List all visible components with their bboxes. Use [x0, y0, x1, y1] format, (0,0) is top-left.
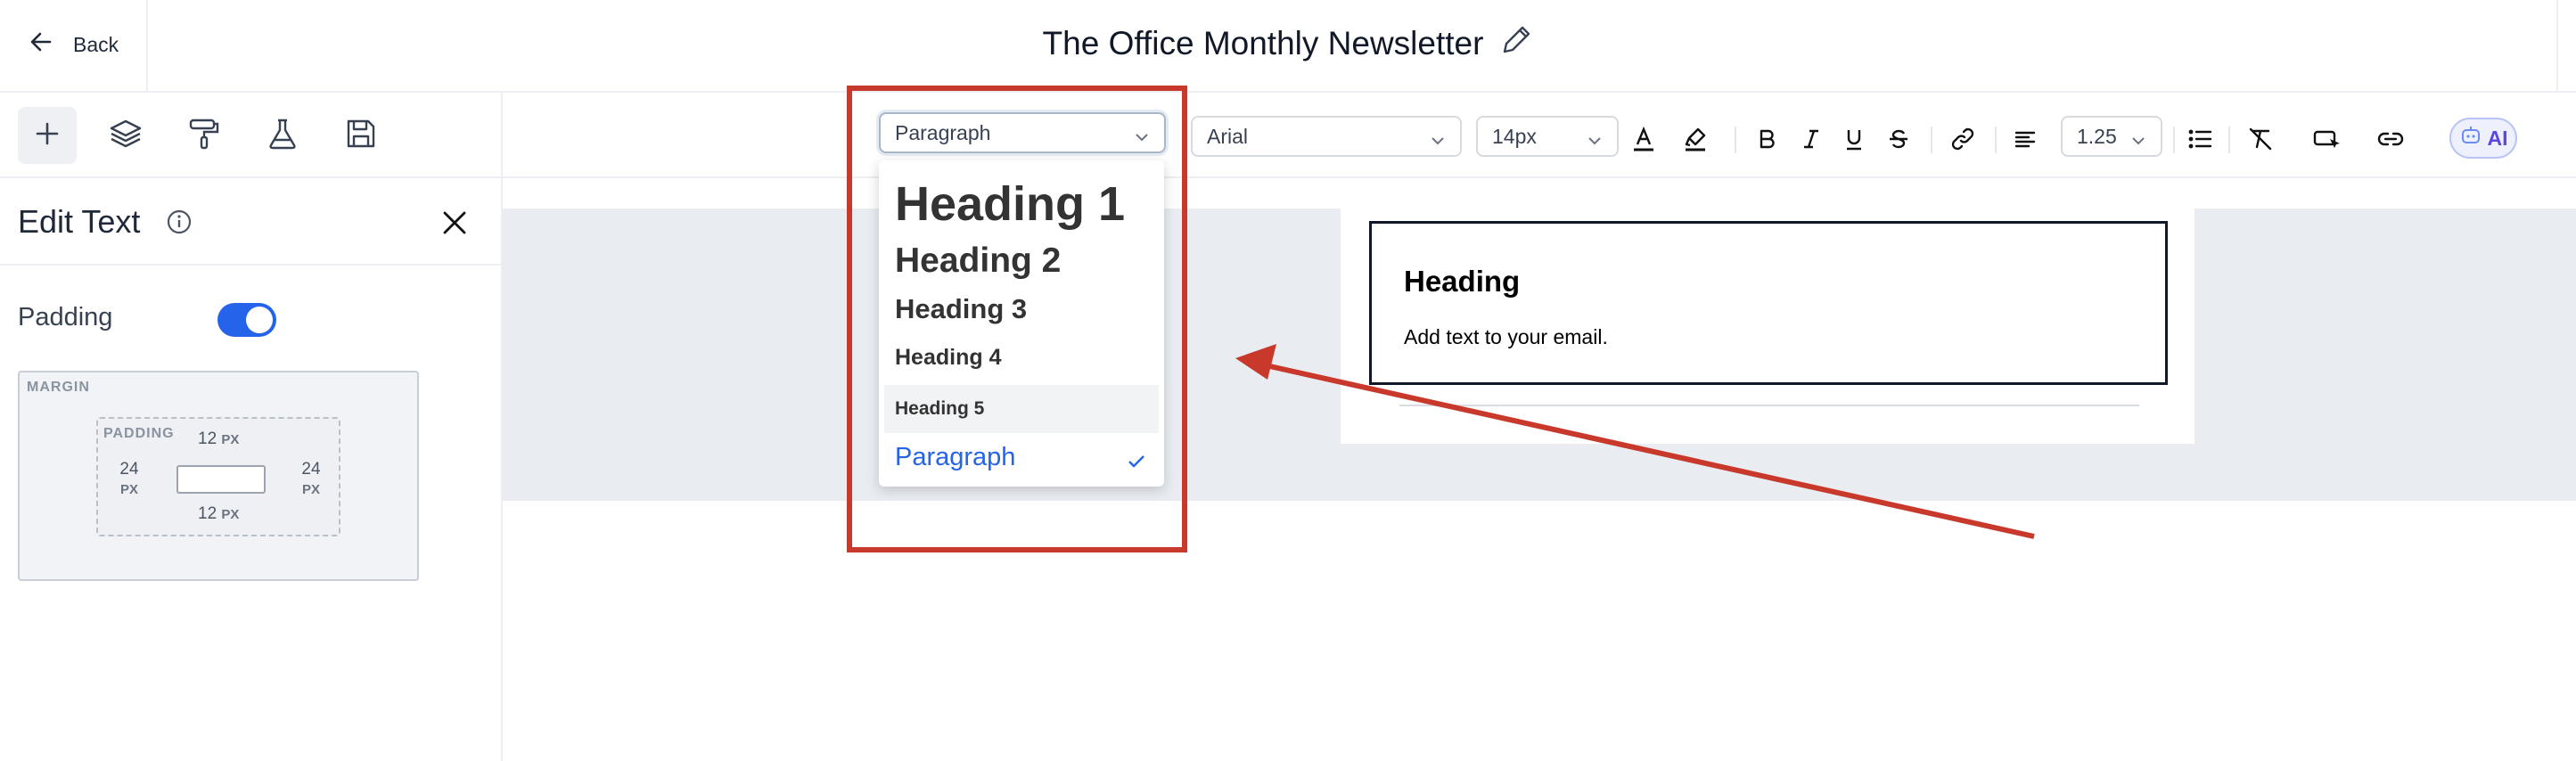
pointer-arrow-annotation: [1235, 344, 2035, 539]
